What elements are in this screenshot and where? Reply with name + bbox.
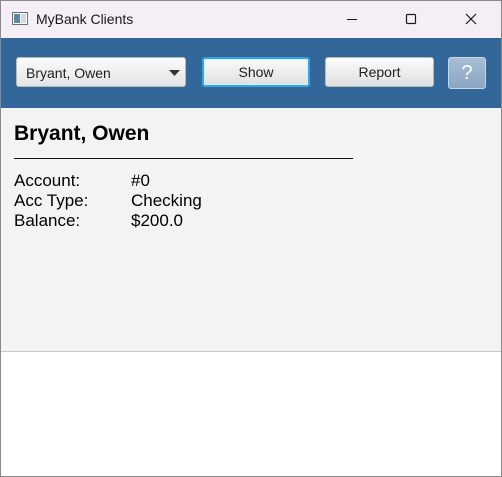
app-window: MyBank Clients Bryant, Owen Show Report … [0, 0, 502, 477]
maximize-icon [405, 13, 417, 25]
window-title: MyBank Clients [36, 11, 134, 27]
divider [14, 158, 353, 159]
app-icon [12, 12, 28, 25]
client-name-heading: Bryant, Owen [14, 122, 150, 145]
report-button[interactable]: Report [325, 57, 434, 87]
account-value: #0 [131, 171, 150, 190]
account-type-label: Acc Type: [14, 191, 89, 210]
chevron-down-icon [169, 70, 180, 76]
balance-label: Balance: [14, 211, 81, 230]
maximize-button[interactable] [388, 1, 434, 38]
close-button[interactable] [448, 1, 494, 38]
minimize-icon [347, 19, 357, 20]
account-label: Account: [14, 171, 81, 190]
close-icon [465, 13, 477, 25]
balance-value: $200.0 [131, 211, 183, 230]
client-select[interactable]: Bryant, Owen [16, 57, 186, 87]
account-type-value: Checking [131, 191, 202, 210]
client-details-panel: Bryant, Owen Account: #0 Acc Type: Check… [1, 108, 501, 352]
client-select-value: Bryant, Owen [26, 65, 111, 81]
toolbar: Bryant, Owen Show Report ? [1, 38, 501, 108]
minimize-button[interactable] [329, 1, 375, 38]
title-bar[interactable]: MyBank Clients [1, 1, 501, 38]
help-button[interactable]: ? [448, 57, 486, 89]
empty-content-area [1, 352, 501, 476]
show-button[interactable]: Show [202, 57, 310, 87]
